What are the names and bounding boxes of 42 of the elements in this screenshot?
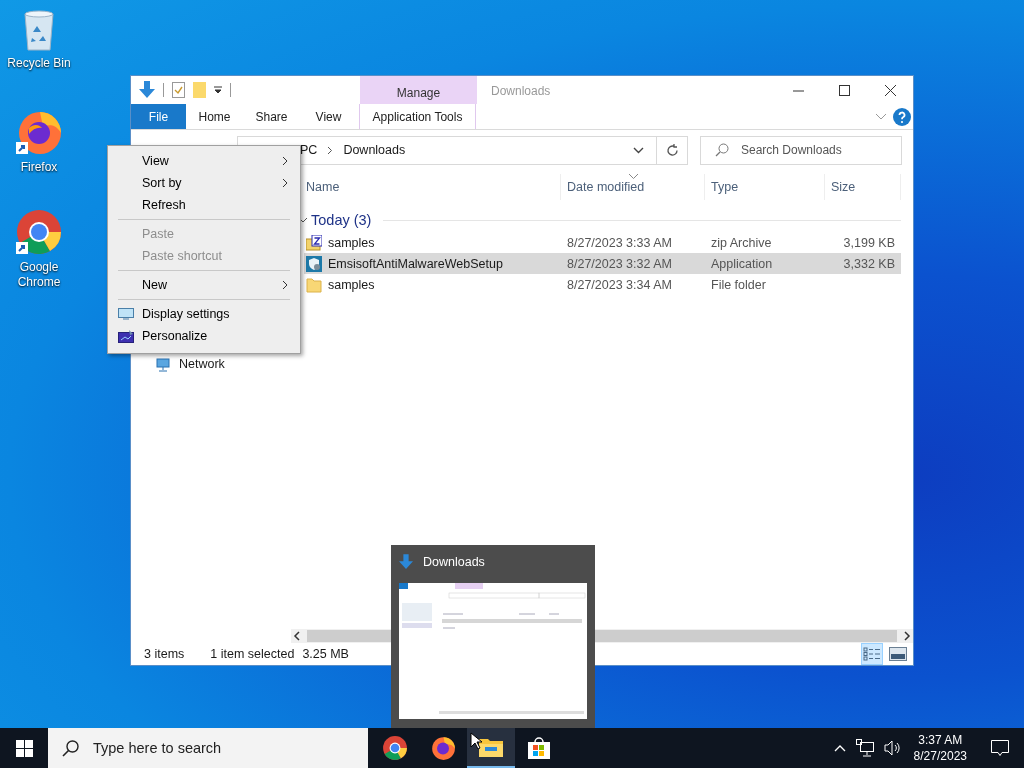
menu-item[interactable]: New <box>110 274 298 296</box>
file-row[interactable]: samples 8/27/2023 3:33 AM zip Archive 3,199 KB <box>304 232 901 253</box>
table-cell: 3,332 KB <box>843 256 895 271</box>
menu-item[interactable]: Display settings <box>110 303 298 325</box>
table-cell: File folder <box>711 277 766 292</box>
nav-item[interactable]: Network <box>155 356 225 372</box>
status-text: 3 items <box>144 647 185 661</box>
ribbon-tab[interactable]: File <box>131 104 186 129</box>
ribbon-tab[interactable]: Share <box>243 104 300 129</box>
desktop-icon-label[interactable]: Google Chrome <box>6 260 72 290</box>
window-title: Downloads <box>491 83 551 100</box>
search-field[interactable]: Search Downloads <box>700 135 902 165</box>
table-cell: 3,199 KB <box>843 235 895 250</box>
column-header[interactable]: Date modified <box>561 174 705 200</box>
table-cell: 8/27/2023 3:32 AM <box>567 256 672 271</box>
search-input[interactable]: Search Downloads <box>739 142 901 158</box>
preview-title: Downloads <box>423 555 485 569</box>
clock-time: 3:37 AM <box>918 732 963 748</box>
clock-date: 8/27/2023 <box>913 748 967 764</box>
ribbon-tab[interactable]: Home <box>186 104 243 129</box>
table-cell: Application <box>711 256 773 271</box>
clock[interactable]: 3:37 AM 8/27/2023 <box>913 732 967 764</box>
table-cell: zip Archive <box>711 235 772 250</box>
status-text: 3.25 MB <box>302 647 349 661</box>
column-header[interactable]: Type <box>705 174 825 200</box>
ribbon-tab[interactable]: Application Tools <box>359 104 476 129</box>
file-name: samples <box>328 235 375 250</box>
context-tab-group: Manage <box>360 76 477 104</box>
group-header[interactable]: Today (3) <box>311 212 372 228</box>
status-text: 1 item selected <box>210 647 295 661</box>
menu-item[interactable]: Personalize <box>110 325 298 347</box>
column-header[interactable]: Size <box>825 174 901 200</box>
ribbon-tab[interactable]: View <box>300 104 357 129</box>
table-cell: 8/27/2023 3:33 AM <box>567 235 672 250</box>
file-row[interactable]: EmsisoftAntiMalwareWebSetup 8/27/2023 3:32 AM Application 3,332 KB <box>304 253 901 274</box>
file-row[interactable]: samples 8/27/2023 3:34 AM File folder <box>304 274 901 295</box>
file-name: EmsisoftAntiMalwareWebSetup <box>328 256 503 271</box>
file-name: samples <box>328 277 375 292</box>
table-cell: 8/27/2023 3:34 AM <box>567 277 672 292</box>
taskbar-search-field[interactable]: Type here to search <box>48 728 368 768</box>
window-preview-popup[interactable]: Downloads <box>391 545 595 728</box>
taskbar-search-input[interactable]: Type here to search <box>91 739 368 757</box>
